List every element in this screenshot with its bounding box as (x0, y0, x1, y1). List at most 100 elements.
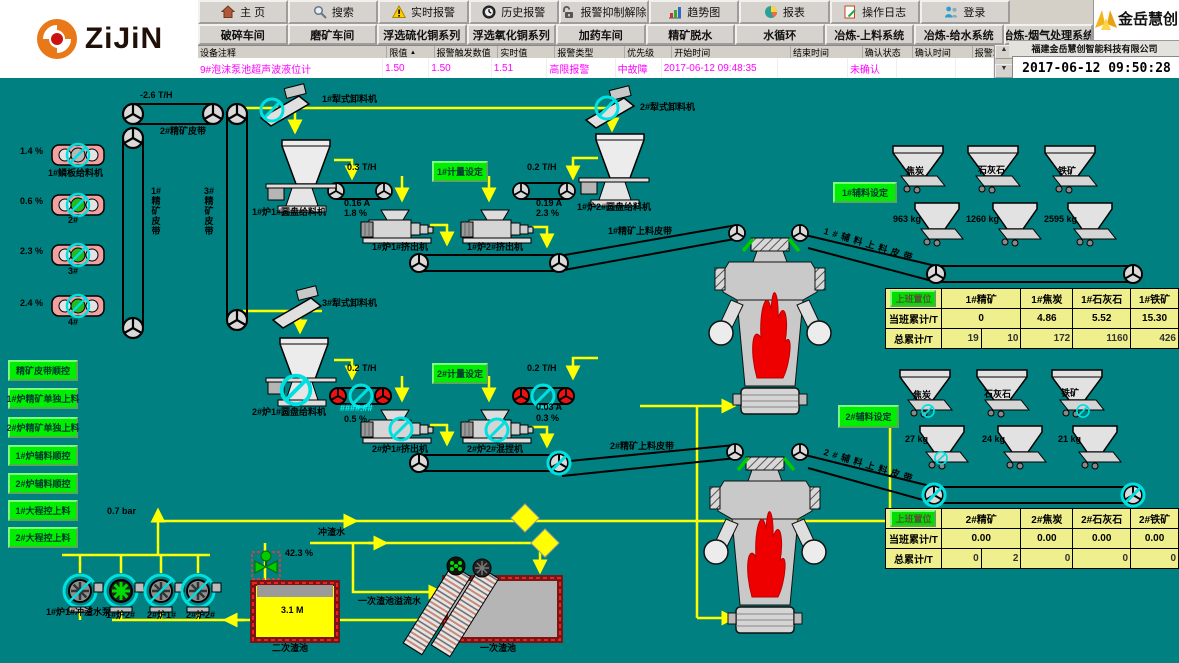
weigh-hopper-1c (1068, 203, 1116, 246)
reset-cell[interactable]: 上班置位 (886, 509, 942, 529)
pct-21: 0.5 % (344, 414, 367, 424)
menu-search[interactable]: 搜索 (288, 0, 378, 24)
tab-water-cycle[interactable]: 水循环 (735, 24, 825, 45)
tank2-level: 3.1 M (281, 605, 304, 615)
tab-flotation-oxide[interactable]: 浮选氧化铜系列 (467, 24, 557, 45)
reset-cell[interactable]: 上班置位 (886, 289, 942, 309)
pct-11: 1.8 % (344, 208, 367, 218)
hopper-3 (280, 338, 328, 382)
menu-realtime-alarm[interactable]: 实时报警 (378, 0, 468, 24)
hopper-2 (596, 134, 644, 178)
menu-operation-log[interactable]: 操作日志 (830, 0, 920, 24)
furnace2-aux-seq-button[interactable]: 2#炉辅料顺控 (8, 473, 78, 494)
aux1-setpoint-button[interactable]: 1#辅料设定 (833, 182, 897, 203)
col-header: 2#精矿 (941, 509, 1020, 529)
shift-reset-button[interactable]: 上班置位 (890, 290, 936, 307)
shift-reset-button[interactable]: 上班置位 (890, 510, 936, 527)
unlock-icon (561, 5, 575, 19)
tab-dosing[interactable]: 加药车间 (556, 24, 646, 45)
trend-icon (668, 5, 682, 19)
hopper-lime2-label: 石灰石 (984, 387, 1011, 400)
sort-arrow-icon: ▲ (410, 50, 416, 56)
alarm-row[interactable]: 9#泡沫泵池超声波液位计 1.50 1.50 1.51 高限报警 中故障 201… (198, 58, 994, 78)
feeder2-label: 2# (68, 215, 78, 225)
menu-trend[interactable]: 趋势图 (649, 0, 739, 24)
row-label: 当班累计/T (886, 309, 942, 329)
feed-belt1-label: 1#精矿上料皮带 (608, 224, 672, 237)
tab-grinding[interactable]: 磨矿车间 (288, 24, 378, 45)
menu-alarm-suppress-release[interactable]: 报警抑制解除 (559, 0, 649, 24)
kneader-2-2[interactable] (461, 410, 533, 443)
apron-feeder-4[interactable] (52, 295, 104, 317)
total-value: 0 (1021, 549, 1073, 569)
pump4-label: 2#炉2# (186, 608, 215, 621)
slag-pump-4[interactable] (182, 575, 221, 612)
shift-value: 0.00 (1073, 529, 1131, 549)
extruder-1-1[interactable] (361, 210, 433, 243)
menu-label: 报警抑制解除 (580, 4, 646, 20)
apron-feeder-1[interactable] (52, 144, 104, 166)
apron-feeder-3[interactable] (52, 244, 104, 266)
menu-login[interactable]: 登录 (920, 0, 1010, 24)
furnace1-concentrate-feed-button[interactable]: 1#炉精矿单独上料 (8, 388, 78, 409)
hopper-coke2-label: 焦炭 (913, 388, 931, 401)
plow-unloader-3[interactable] (273, 286, 321, 328)
program2-feed-button[interactable]: 2#大程控上料 (8, 527, 78, 548)
disc1-label: 1#炉1#圆盘给料机 (252, 205, 326, 218)
meter2-setpoint-button[interactable]: 2#计量设定 (432, 363, 488, 384)
alarm-end (778, 58, 848, 78)
hopper-lime1-label: 石灰石 (978, 163, 1005, 176)
feeder4-label: 4# (68, 317, 78, 327)
shift-value: 0 (941, 309, 1020, 329)
feeder1-pct: 1.4 % (20, 146, 43, 156)
meter1-setpoint-button[interactable]: 1#计量设定 (432, 161, 488, 182)
shift-value: 4.86 (1021, 309, 1073, 329)
flow-diamond (531, 529, 559, 557)
slag-pump-3[interactable] (145, 575, 184, 612)
unloader1-label: 1#犁式卸料机 (322, 92, 377, 105)
rate-11: 0.3 T/H (347, 162, 377, 172)
realtime-alarm-icon (392, 5, 406, 19)
alarm-ack: 未确认 (848, 58, 897, 78)
pump1-label: 1#炉1#冲渣水泵 (46, 605, 111, 618)
login-icon (944, 5, 958, 19)
belt2-label: 2#精矿皮带 (160, 124, 206, 137)
tab-smelt-water[interactable]: 冶炼-给水系统 (914, 24, 1004, 45)
weigh-hopper-1b (993, 203, 1041, 246)
furnace1-aux-seq-button[interactable]: 1#炉辅料顺控 (8, 445, 78, 466)
lime1-weight: 1260 kg (966, 214, 999, 224)
tab-dewatering[interactable]: 精矿脱水 (646, 24, 736, 45)
menu-home[interactable]: 主 页 (198, 0, 288, 24)
extruder-1-2[interactable] (461, 210, 533, 243)
tab-flotation-sulfide[interactable]: 浮选硫化铜系列 (377, 24, 467, 45)
tab-crushing[interactable]: 破碎车间 (198, 24, 288, 45)
rate-22: 0.2 T/H (527, 363, 557, 373)
pct-22: 0.3 % (536, 413, 559, 423)
scroll-down-icon[interactable]: ▼ (995, 64, 1013, 78)
col-header: 1#精矿 (941, 289, 1020, 309)
belt1-label: 1#精矿皮带 (149, 186, 163, 236)
shift-value: 0.00 (941, 529, 1020, 549)
weigh-hopper-2b (998, 426, 1046, 469)
menu-label: 主 页 (240, 4, 265, 20)
tab-smelt-feeding[interactable]: 冶炼-上料系统 (825, 24, 915, 45)
aux2-setpoint-button[interactable]: 2#辅料设定 (838, 405, 899, 428)
unloader3-label: 3#犁式卸料机 (322, 296, 377, 309)
furnace2-concentrate-feed-button[interactable]: 2#炉精矿单独上料 (8, 417, 78, 438)
zijin-logo: ZiJiN (0, 0, 199, 78)
concentrate-belt-seq-button[interactable]: 精矿皮带顺控 (8, 360, 78, 381)
scada-screen: ZiJiN 主 页 搜索 实时报警 历史报警 报警抑制解除 (0, 0, 1179, 663)
furnace-1[interactable] (709, 238, 831, 414)
row-label: 总累计/T (886, 329, 942, 349)
hopper-iron1-label: 铁矿 (1058, 164, 1076, 177)
feed-belt2-label: 2#精矿上料皮带 (610, 439, 674, 452)
rate-21: 0.2 T/H (347, 363, 377, 373)
furnace-2[interactable] (704, 457, 826, 633)
apron-feeder-2[interactable] (52, 194, 104, 216)
menu-history-alarm[interactable]: 历史报警 (469, 0, 559, 24)
program1-feed-button[interactable]: 1#大程控上料 (8, 500, 78, 521)
menu-label: 历史报警 (501, 4, 545, 20)
alarm-priority: 中故障 (616, 58, 662, 78)
menu-report[interactable]: 报表 (739, 0, 829, 24)
flush-water-label: 冲渣水 (318, 525, 345, 538)
